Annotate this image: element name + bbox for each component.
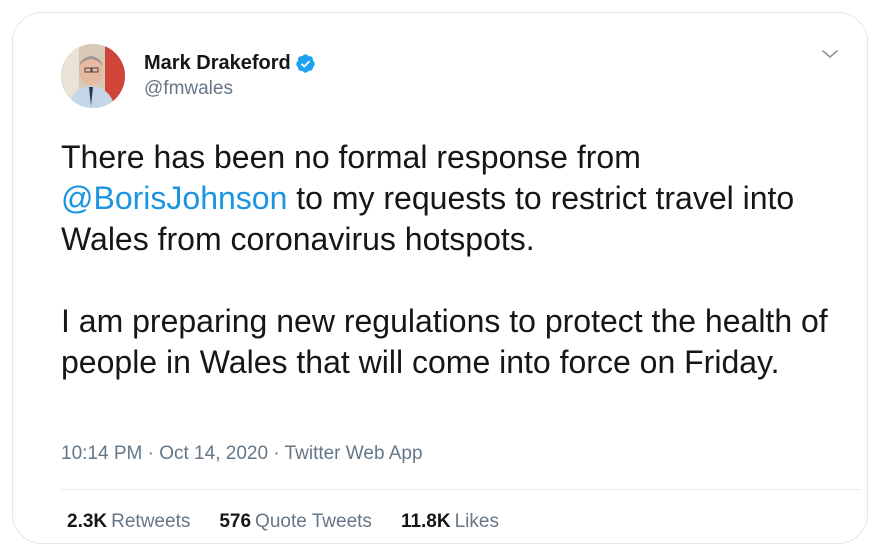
avatar[interactable] <box>61 44 125 108</box>
verified-badge-icon <box>295 53 316 74</box>
tweet-paragraph-1: There has been no formal response from @… <box>61 137 861 260</box>
tweet-date[interactable]: Oct 14, 2020 <box>159 443 268 464</box>
quotes-label: Quote Tweets <box>255 511 372 532</box>
chevron-down-icon[interactable] <box>819 46 841 62</box>
author-names: Mark Drakeford @fmwales <box>144 52 316 100</box>
retweets-label: Retweets <box>111 511 191 532</box>
likes-count: 11.8K <box>400 511 451 532</box>
meta-separator: · <box>142 443 160 464</box>
paragraph-1-before: There has been no formal response from <box>61 139 641 175</box>
display-name-row: Mark Drakeford <box>144 52 316 75</box>
tweet-time[interactable]: 10:14 PM <box>61 443 142 464</box>
tweet-paragraph-2: I am preparing new regulations to protec… <box>61 303 828 380</box>
divider <box>61 489 861 490</box>
tweet-source[interactable]: Twitter Web App <box>285 443 423 464</box>
tweet-stats: 2.3K Retweets 576 Quote Tweets 11.8K Likes <box>67 511 499 533</box>
tweet-text: There has been no formal response from @… <box>61 137 861 383</box>
handle[interactable]: @fmwales <box>144 78 316 100</box>
likes-label: Likes <box>454 511 499 532</box>
meta-separator: · <box>268 443 285 464</box>
display-name[interactable]: Mark Drakeford <box>144 52 291 75</box>
tweet-header: Mark Drakeford @fmwales <box>61 44 316 108</box>
quotes-stat[interactable]: 576 Quote Tweets <box>219 511 372 533</box>
retweets-stat[interactable]: 2.3K Retweets <box>67 511 190 533</box>
quotes-count: 576 <box>219 511 252 532</box>
mention-link[interactable]: @BorisJohnson <box>61 180 287 216</box>
tweet-meta: 10:14 PM · Oct 14, 2020 · Twitter Web Ap… <box>61 443 423 465</box>
tweet-card[interactable]: Mark Drakeford @fmwales There has been n… <box>12 12 868 544</box>
likes-stat[interactable]: 11.8K Likes <box>401 511 499 533</box>
retweets-count: 2.3K <box>67 511 108 532</box>
